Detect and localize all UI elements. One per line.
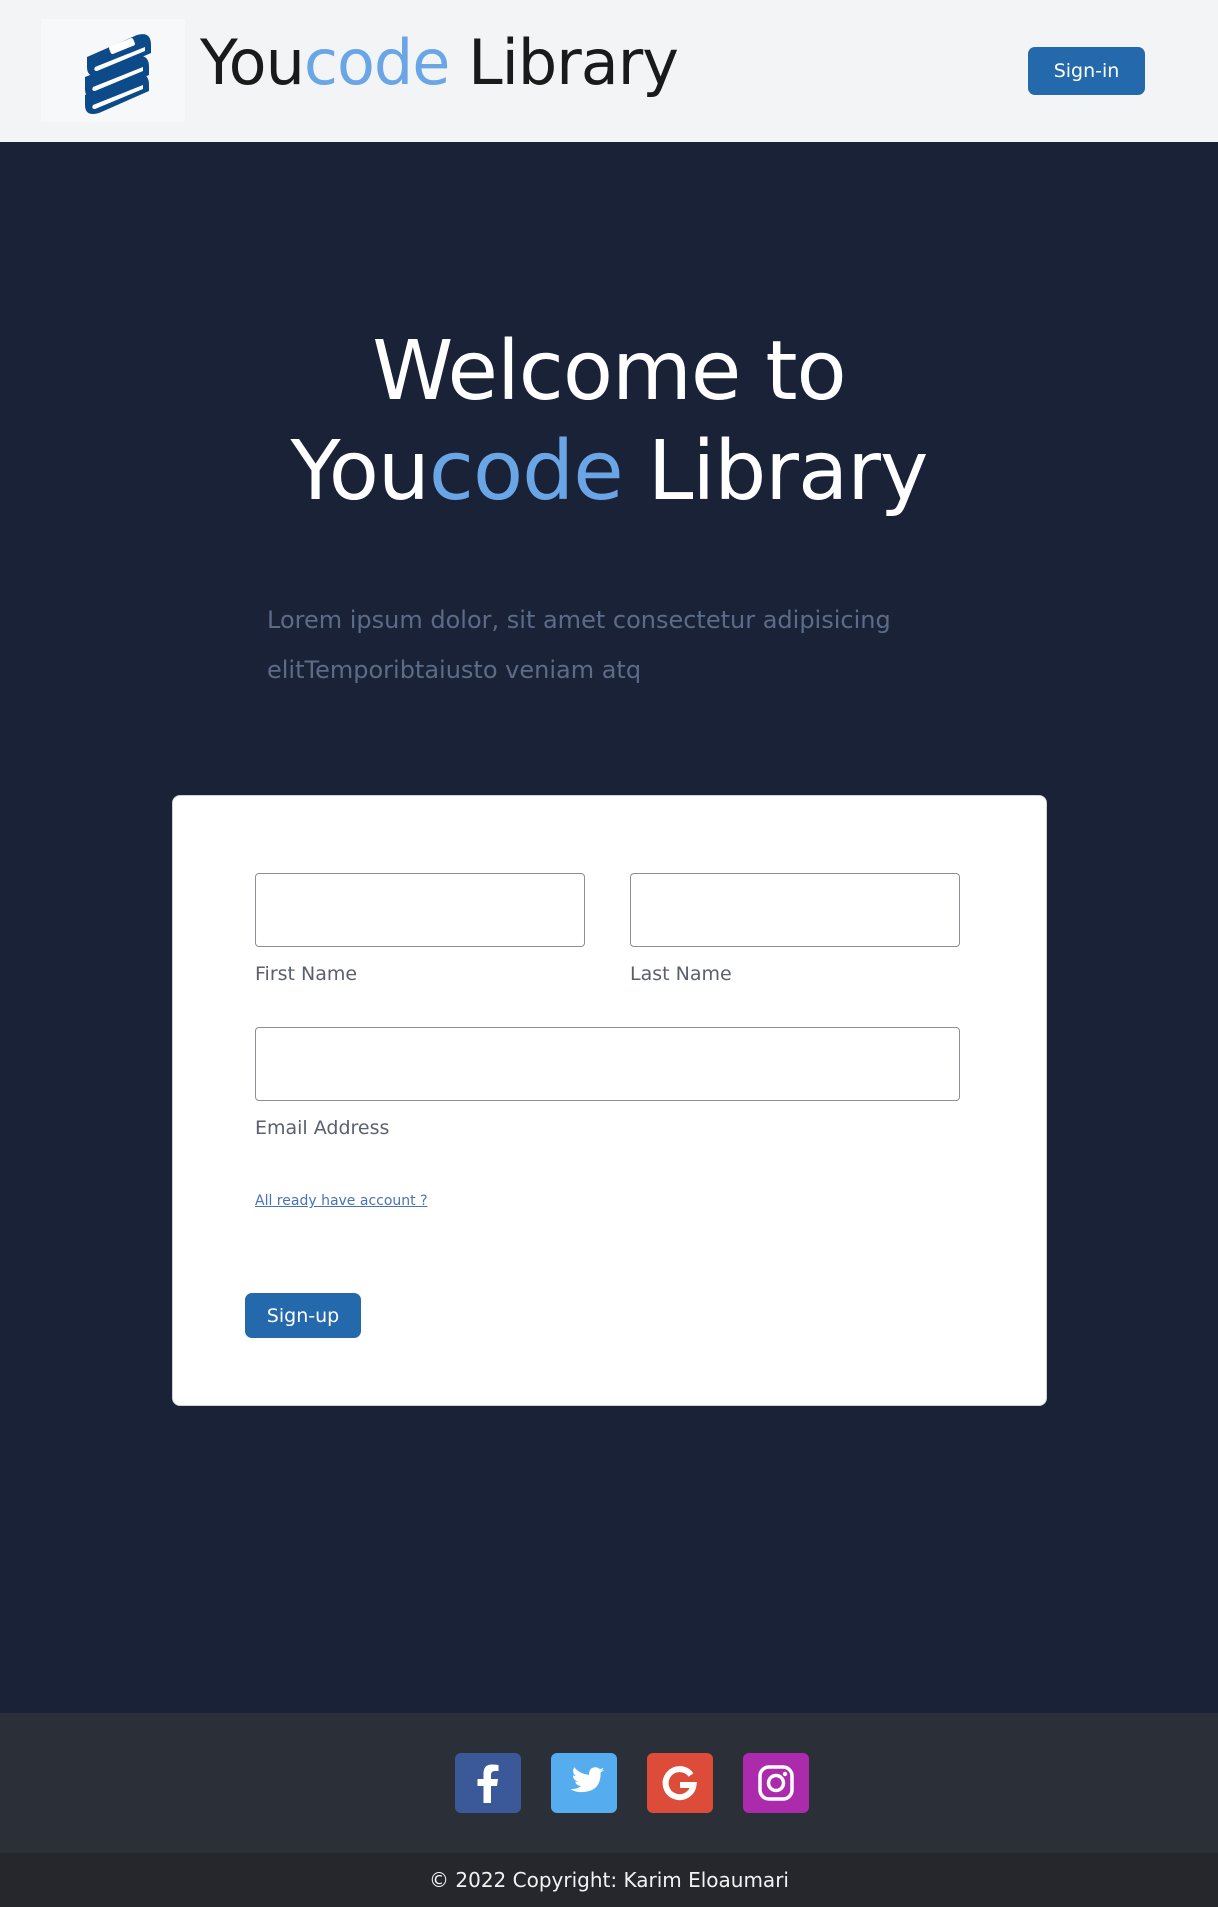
google-button[interactable] (647, 1753, 713, 1813)
instagram-icon (758, 1765, 794, 1801)
twitter-button[interactable] (551, 1753, 617, 1813)
first-name-label: First Name (255, 963, 358, 985)
hero-title-suffix: Library (622, 424, 929, 519)
last-name-label: Last Name (630, 963, 732, 985)
brand-prefix: You (200, 26, 305, 99)
signin-button[interactable]: Sign-in (1028, 47, 1145, 95)
hero-description: Lorem ipsum dolor, sit amet consectetur … (267, 606, 891, 684)
last-name-input[interactable] (630, 873, 960, 947)
hero-title-line2: Youcode Library (0, 422, 1218, 522)
email-label: Email Address (255, 1117, 390, 1139)
books-icon (85, 33, 151, 114)
brand-title: Youcode Library (200, 26, 679, 99)
first-name-input[interactable] (255, 873, 585, 947)
hero-title-prefix: You (290, 424, 430, 519)
signup-button[interactable]: Sign-up (245, 1293, 361, 1338)
footer (0, 1713, 1218, 1853)
signup-form-card: First Name Last Name Email Address All r… (172, 795, 1047, 1406)
hero-title-line1: Welcome to (372, 324, 846, 419)
instagram-button[interactable] (743, 1753, 809, 1813)
hero-title-accent: code (428, 424, 624, 519)
brand-accent: code (303, 26, 451, 99)
logo[interactable] (41, 19, 185, 122)
already-have-account-link[interactable]: All ready have account ? (255, 1193, 428, 1209)
brand-suffix: Library (449, 26, 679, 99)
facebook-button[interactable] (455, 1753, 521, 1813)
copyright-text: © 2022 Copyright: Karim Eloaumari (429, 1868, 789, 1892)
hero-title: Welcome to Youcode Library (0, 322, 1218, 522)
facebook-icon (477, 1764, 499, 1803)
google-icon (662, 1766, 697, 1801)
top-navbar: Youcode Library Sign-in (0, 0, 1218, 142)
email-input[interactable] (255, 1027, 960, 1101)
twitter-icon (570, 1767, 605, 1793)
copyright-bar: © 2022 Copyright: Karim Eloaumari (0, 1853, 1218, 1907)
